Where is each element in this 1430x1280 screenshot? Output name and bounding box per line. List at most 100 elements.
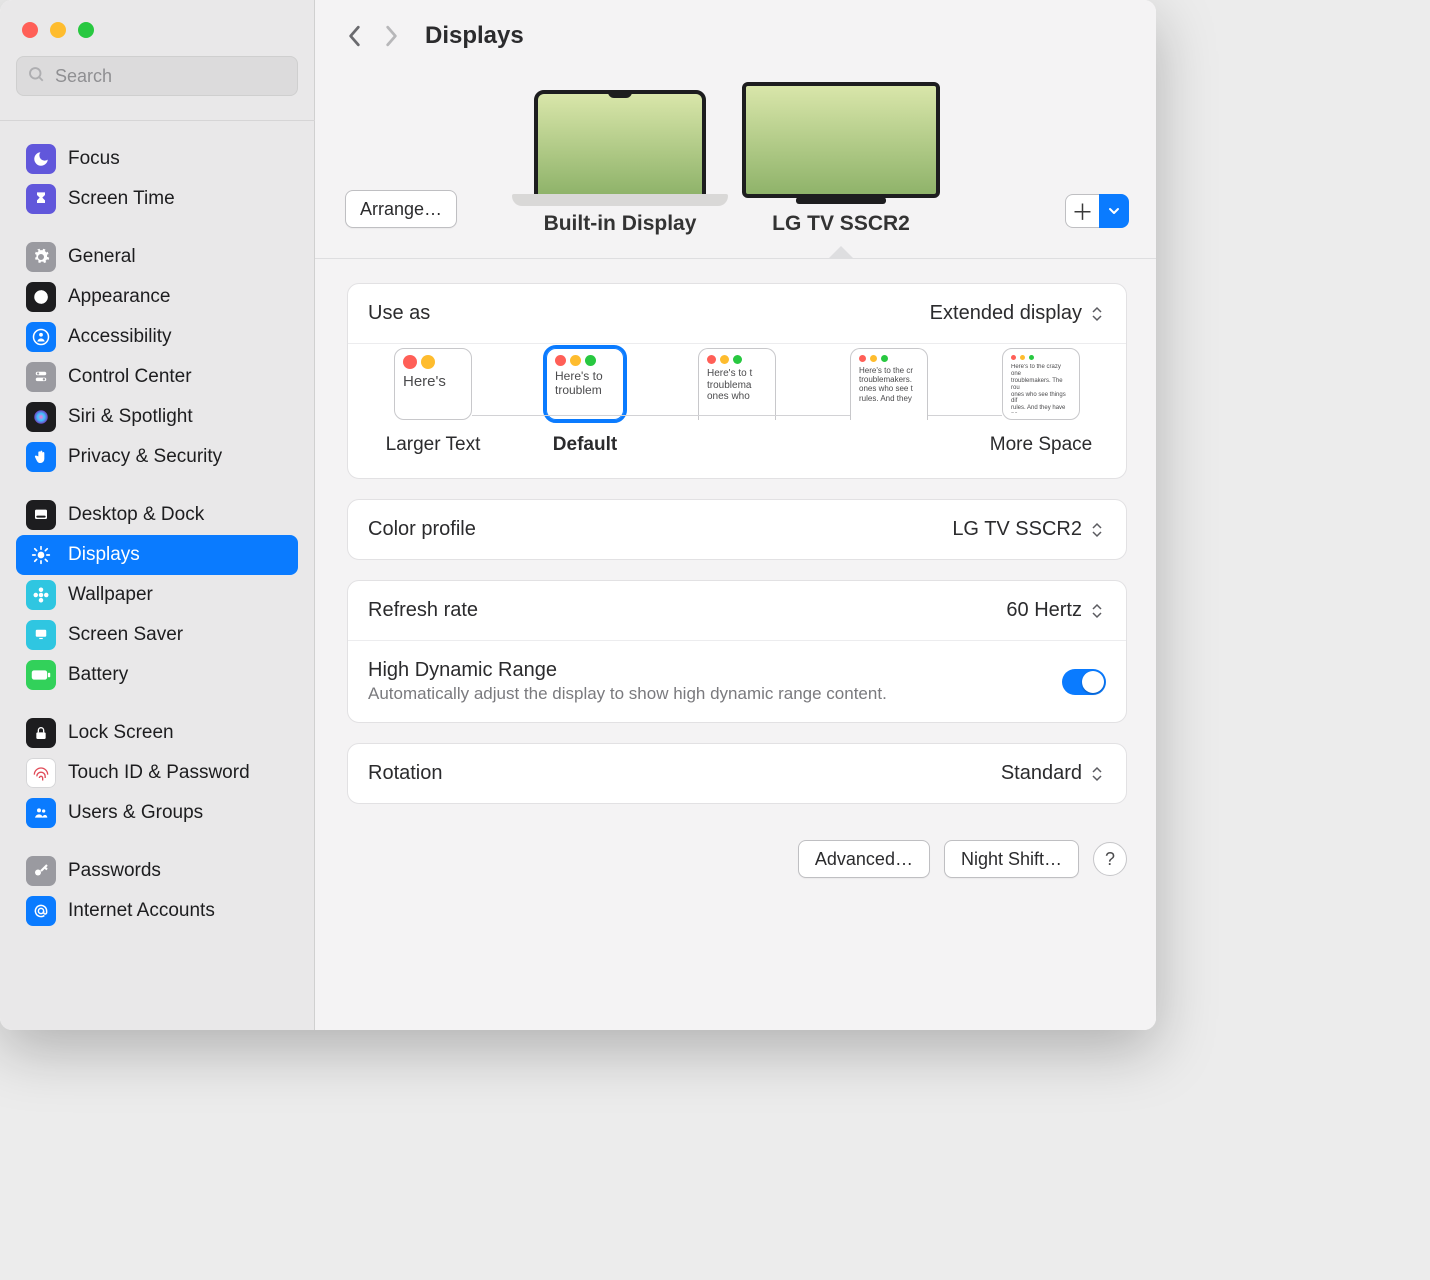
switches-icon	[26, 362, 56, 392]
sidebar-item-users-groups[interactable]: Users & Groups	[16, 793, 298, 833]
sidebar-item-displays[interactable]: Displays	[16, 535, 298, 575]
add-display-menu-button[interactable]	[1099, 194, 1129, 228]
sidebar-item-battery[interactable]: Battery	[16, 655, 298, 695]
sidebar-item-wallpaper[interactable]: Wallpaper	[16, 575, 298, 615]
footer-buttons: Advanced… Night Shift… ?	[315, 832, 1156, 878]
hdr-toggle[interactable]	[1062, 669, 1106, 695]
sidebar-item-label: General	[68, 246, 136, 268]
sidebar-item-lock-screen[interactable]: Lock Screen	[16, 713, 298, 753]
sidebar-item-label: Accessibility	[68, 326, 171, 348]
search-field[interactable]	[16, 56, 298, 96]
sidebar-item-label: Focus	[68, 148, 120, 170]
refresh-rate-label: Refresh rate	[368, 599, 478, 622]
minimize-window-button[interactable]	[50, 22, 66, 38]
sidebar-item-label: Siri & Spotlight	[68, 406, 193, 428]
night-shift-button[interactable]: Night Shift…	[944, 840, 1079, 878]
sidebar-item-desktop-dock[interactable]: Desktop & Dock	[16, 495, 298, 535]
plus-icon: ＋	[1071, 195, 1093, 227]
at-icon	[26, 896, 56, 926]
add-display-button[interactable]: ＋	[1065, 194, 1099, 228]
sidebar-item-accessibility[interactable]: Accessibility	[16, 317, 298, 357]
sidebar-item-siri-spotlight[interactable]: Siri & Spotlight	[16, 397, 298, 437]
refresh-rate-row[interactable]: Refresh rate 60 Hertz	[348, 581, 1126, 641]
sidebar-item-label: Appearance	[68, 286, 170, 308]
use-as-value: Extended display	[930, 302, 1106, 325]
sidebar-item-passwords[interactable]: Passwords	[16, 851, 298, 891]
system-settings-window: Focus Screen Time General Appearance Accessi…	[0, 0, 1156, 1030]
sidebar-item-appearance[interactable]: Appearance	[16, 277, 298, 317]
help-icon: ?	[1105, 849, 1115, 870]
sidebar-item-label: Control Center	[68, 366, 192, 388]
users-icon	[26, 798, 56, 828]
window-controls	[0, 8, 314, 46]
page-title: Displays	[425, 22, 524, 50]
key-icon	[26, 856, 56, 886]
refresh-rate-value: 60 Hertz	[1006, 599, 1106, 622]
display-picker: Arrange… Built-in Display LG TV SSCR2 ＋	[315, 72, 1156, 236]
siri-icon	[26, 402, 56, 432]
finger-icon	[26, 758, 56, 788]
resolution-step-4[interactable]: Here's to the crtroublemakers.ones who s…	[824, 348, 954, 456]
sidebar-item-label: Battery	[68, 664, 128, 686]
rotation-value: Standard	[1001, 762, 1106, 785]
color-profile-value: LG TV SSCR2	[952, 518, 1106, 541]
arrange-button[interactable]: Arrange…	[345, 190, 457, 228]
sidebar-item-label: Desktop & Dock	[68, 504, 204, 526]
rotation-label: Rotation	[368, 762, 443, 785]
use-as-row[interactable]: Use as Extended display	[348, 284, 1126, 344]
moon-icon	[26, 144, 56, 174]
sidebar-item-privacy-security[interactable]: Privacy & Security	[16, 437, 298, 477]
resolution-larger-text[interactable]: Here's Larger Text	[368, 348, 498, 456]
resolution-step-3[interactable]: Here's to ttroublemaones who .	[672, 348, 802, 456]
battery-icon	[26, 660, 56, 690]
sidebar-item-label: Wallpaper	[68, 584, 153, 606]
person-icon	[26, 322, 56, 352]
sidebar-item-internet-accounts[interactable]: Internet Accounts	[16, 891, 298, 931]
zoom-window-button[interactable]	[78, 22, 94, 38]
content-area: Displays Arrange… Built-in Display LG TV…	[315, 0, 1156, 1030]
external-display-thumbnail	[742, 82, 940, 198]
sidebar-list: Focus Screen Time General Appearance Accessi…	[0, 131, 314, 1030]
sun-icon	[26, 540, 56, 570]
rotation-row[interactable]: Rotation Standard	[348, 744, 1126, 803]
sidebar-item-control-center[interactable]: Control Center	[16, 357, 298, 397]
updown-icon	[1088, 763, 1106, 785]
color-profile-row[interactable]: Color profile LG TV SSCR2	[348, 500, 1126, 559]
sidebar-item-screen-saver[interactable]: Screen Saver	[16, 615, 298, 655]
resolution-picker: Here's Larger Text Here's totroublem Def…	[348, 344, 1126, 478]
updown-icon	[1088, 519, 1106, 541]
hdr-label: High Dynamic Range	[368, 659, 887, 682]
gear-icon	[26, 242, 56, 272]
display-builtin[interactable]: Built-in Display	[534, 90, 706, 236]
advanced-button[interactable]: Advanced…	[798, 840, 930, 878]
contrast-icon	[26, 282, 56, 312]
sidebar-item-general[interactable]: General	[16, 237, 298, 277]
sidebar-item-touch-id-password[interactable]: Touch ID & Password	[16, 753, 298, 793]
search-icon	[27, 65, 45, 88]
sidebar: Focus Screen Time General Appearance Accessi…	[0, 0, 315, 1030]
sidebar-item-label: Privacy & Security	[68, 446, 222, 468]
search-input[interactable]	[55, 66, 287, 87]
nav-back-button[interactable]	[337, 18, 373, 54]
use-as-label: Use as	[368, 302, 430, 325]
updown-icon	[1088, 303, 1106, 325]
nav-forward-button[interactable]	[373, 18, 409, 54]
close-window-button[interactable]	[22, 22, 38, 38]
dock-icon	[26, 500, 56, 530]
color-profile-panel: Color profile LG TV SSCR2	[347, 499, 1127, 560]
sidebar-item-screen-time[interactable]: Screen Time	[16, 179, 298, 219]
sidebar-item-label: Users & Groups	[68, 802, 203, 824]
rotation-panel: Rotation Standard	[347, 743, 1127, 804]
sidebar-item-focus[interactable]: Focus	[16, 139, 298, 179]
resolution-more-space[interactable]: Here's to the crazy onetroublemakers. Th…	[976, 348, 1106, 456]
hdr-row: High Dynamic Range Automatically adjust …	[348, 641, 1126, 722]
sidebar-item-label: Screen Time	[68, 188, 175, 210]
sidebar-item-label: Lock Screen	[68, 722, 174, 744]
display-external[interactable]: LG TV SSCR2	[742, 82, 940, 236]
builtin-display-thumbnail	[534, 90, 706, 198]
sidebar-item-label: Screen Saver	[68, 624, 183, 646]
chevron-down-icon	[1108, 203, 1120, 219]
help-button[interactable]: ?	[1093, 842, 1127, 876]
sidebar-item-label: Displays	[68, 544, 140, 566]
resolution-default[interactable]: Here's totroublem Default	[520, 348, 650, 456]
